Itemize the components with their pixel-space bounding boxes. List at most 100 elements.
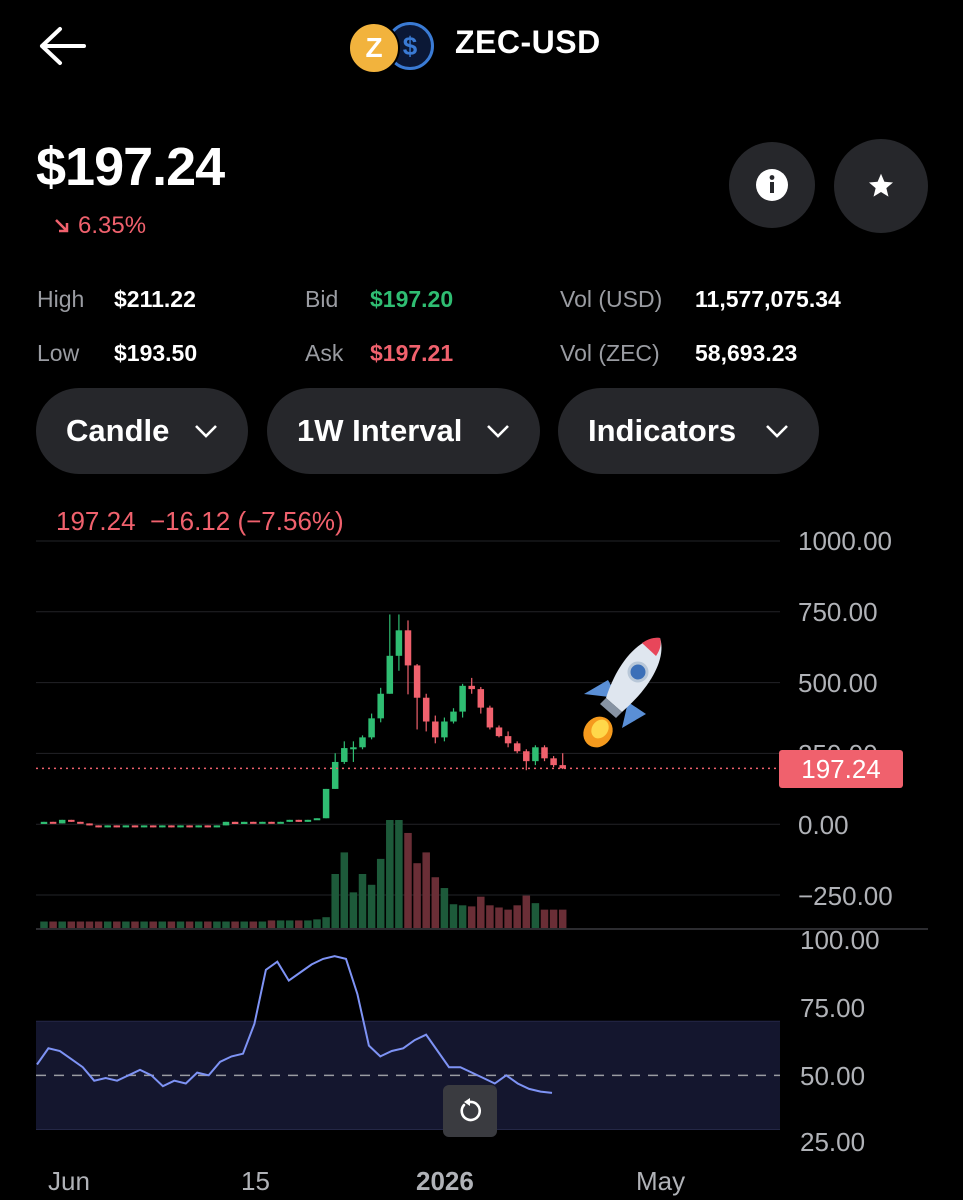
arrow-left-icon [40,27,86,65]
candle-body [240,821,248,825]
volume-bar [413,863,421,928]
star-icon [868,173,894,197]
candle-body [368,718,375,738]
volume-bar [267,920,276,928]
date-axis-label: Jun [48,1166,90,1196]
candle-body [231,821,239,825]
volume-bar [222,921,230,928]
arrow-down-right-icon [55,219,69,233]
volume-bar [522,895,531,928]
candle-body [104,825,111,828]
candle-body [58,819,66,824]
rocket-icon [583,637,662,748]
vol-zec-value: 58,693.23 [695,340,798,366]
candle-body [213,825,221,828]
price-axis-label: −250.00 [798,881,893,911]
candle-body [359,737,366,748]
back-button[interactable] [36,22,90,70]
volume-bar [549,909,558,928]
volume-bar [103,921,112,928]
candle-body [304,819,312,822]
volume-bar [322,917,330,928]
volume-bar [76,921,85,928]
pair-title: ZEC-USD [455,24,601,60]
price-change-pct: 6.35% [78,212,147,239]
price-axis-label: 750.00 [798,597,878,627]
volume-bar [158,921,167,928]
volume-bar [376,858,385,928]
volume-bar [194,921,203,928]
rsi-axis-label: 75.00 [800,993,866,1023]
volume-bar [495,907,503,928]
volume-bar [258,921,267,928]
candle-body [441,721,448,738]
volume-bar [85,921,94,928]
interval-dropdown[interactable]: 1W Interval [267,388,540,474]
ask-value: $197.21 [370,340,454,366]
candle-body [550,758,557,766]
rsi-axis-label: 50.00 [800,1061,866,1091]
candle-body [95,825,102,828]
candle-body [513,743,521,752]
volume-bar [131,921,139,928]
candle-body [386,655,394,694]
candle-body [186,825,193,828]
volume-bar [204,921,212,928]
volume-bar [58,921,66,928]
candle-body [450,711,457,722]
volume-bar [531,903,540,928]
low-label: Low [37,340,80,366]
price-axis-label: 1000.00 [798,526,892,556]
chevron-down-icon [765,424,789,438]
candle-body [295,819,303,822]
candle-body [259,821,266,824]
candle-body [395,630,403,656]
volume-bar [358,874,367,928]
volume-bar [285,920,294,928]
chevron-down-icon [486,424,510,438]
volume-bar [431,877,440,928]
candle-body [504,736,512,744]
volume-bar [94,921,103,928]
rsi-axis-label: 100.00 [800,925,880,955]
candle-body [350,747,357,750]
vol-usd-label: Vol (USD) [560,286,663,312]
volume-bar [313,919,321,928]
candle-body [541,747,548,759]
high-value: $211.22 [114,286,196,312]
volume-bar [458,905,467,928]
candle-body [459,685,466,712]
candle-body [140,825,148,828]
price-axis-label: 500.00 [798,668,878,698]
candle-body [495,727,503,737]
candle-body [77,821,84,824]
chevron-down-icon [194,424,218,438]
volume-bar [113,921,121,928]
current-price-tag: 197.24 [779,750,903,788]
pair-coin-icons: $ Z [346,20,440,74]
indicators-dropdown[interactable]: Indicators [558,388,819,474]
volume-bar [213,921,221,928]
bid-value: $197.20 [370,286,454,312]
reset-zoom-button[interactable] [443,1085,497,1137]
volume-bar [167,921,176,928]
candle-body [131,825,139,828]
date-axis-label: 15 [241,1166,270,1196]
low-value: $193.50 [114,340,198,366]
volume-bar [440,888,449,928]
candle-body [523,751,530,762]
volume-bar [231,921,239,928]
candle-body [322,788,330,819]
candle-body [286,819,293,822]
volume-bar [49,921,57,928]
zec-coin-icon: Z [348,22,400,74]
chart-type-dropdown[interactable]: Candle [36,388,248,474]
info-icon [756,169,788,201]
candle-body [331,761,339,789]
favorite-button[interactable] [834,139,928,233]
volume-bar [467,906,476,928]
info-button[interactable] [729,142,815,228]
candle-body [250,821,257,824]
high-label: High [37,286,85,312]
indicators-label: Indicators [588,413,737,448]
